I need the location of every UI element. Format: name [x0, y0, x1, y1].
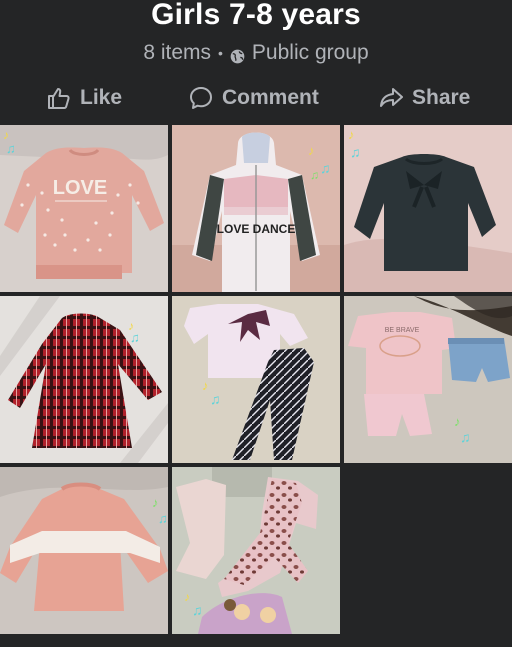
svg-text:♪: ♪	[308, 143, 315, 158]
svg-text:♫: ♫	[6, 141, 16, 156]
item-count: 8 items	[143, 41, 212, 64]
svg-text:♫: ♫	[310, 168, 319, 182]
action-bar: Like Comment Share	[0, 78, 512, 118]
svg-text:♪: ♪	[202, 378, 209, 393]
separator-dot: •	[218, 45, 223, 61]
comment-label: Comment	[222, 86, 319, 109]
svg-text:♪: ♪	[454, 414, 461, 429]
svg-text:♪: ♪	[348, 127, 355, 142]
svg-text:♪: ♪	[152, 495, 159, 510]
svg-text:♫: ♫	[158, 511, 168, 526]
photo-fluffy-sweater[interactable]: ♪ ♫	[0, 467, 168, 634]
photo-print-text: BE BRAVE	[385, 327, 420, 334]
photo-tee-and-shorts[interactable]: BE BRAVE ♪ ♫	[344, 296, 512, 463]
svg-text:♫: ♫	[320, 160, 331, 176]
svg-text:♪: ♪	[184, 590, 190, 604]
photo-love-dance-hoodie[interactable]: LOVE DANCE ♪ ♫ ♫	[172, 125, 340, 292]
privacy-label: Public group	[251, 41, 369, 64]
group-subtitle: 8 items • Public group	[0, 41, 512, 65]
photo-black-bow-sweatshirt[interactable]: ♪ ♫	[344, 125, 512, 292]
photo-print-text: LOVE DANCE	[217, 222, 296, 236]
globe-icon	[230, 46, 245, 63]
bottom-spacer	[0, 634, 512, 647]
comment-button[interactable]: Comment	[188, 78, 319, 118]
speech-bubble-icon	[190, 87, 212, 109]
share-button[interactable]: Share	[378, 78, 470, 118]
svg-text:♫: ♫	[210, 391, 221, 407]
like-button[interactable]: Like	[46, 78, 122, 118]
thumbs-up-icon	[48, 88, 70, 109]
like-label: Like	[80, 86, 123, 109]
svg-text:♫: ♫	[130, 330, 140, 345]
share-label: Share	[412, 86, 471, 109]
svg-text:♫: ♫	[350, 144, 361, 160]
svg-text:♫: ♫	[192, 602, 203, 618]
share-arrow-icon	[380, 88, 403, 107]
group-header: Girls 7-8 years 8 items • Public group	[0, 0, 512, 78]
photo-pink-love-sweatshirt[interactable]: LOVE ♪ ♫	[0, 125, 168, 292]
svg-text:♫: ♫	[460, 429, 471, 445]
photo-tshirt-and-leggings[interactable]: ♪ ♫	[172, 296, 340, 463]
photo-red-plaid-dress[interactable]: ♪ ♫	[0, 296, 168, 463]
photo-print-text: LOVE	[53, 177, 107, 199]
svg-text:♪: ♪	[3, 128, 9, 142]
group-title: Girls 7-8 years	[151, 0, 361, 31]
photo-pajamas-set[interactable]: ♪ ♫	[172, 467, 340, 634]
